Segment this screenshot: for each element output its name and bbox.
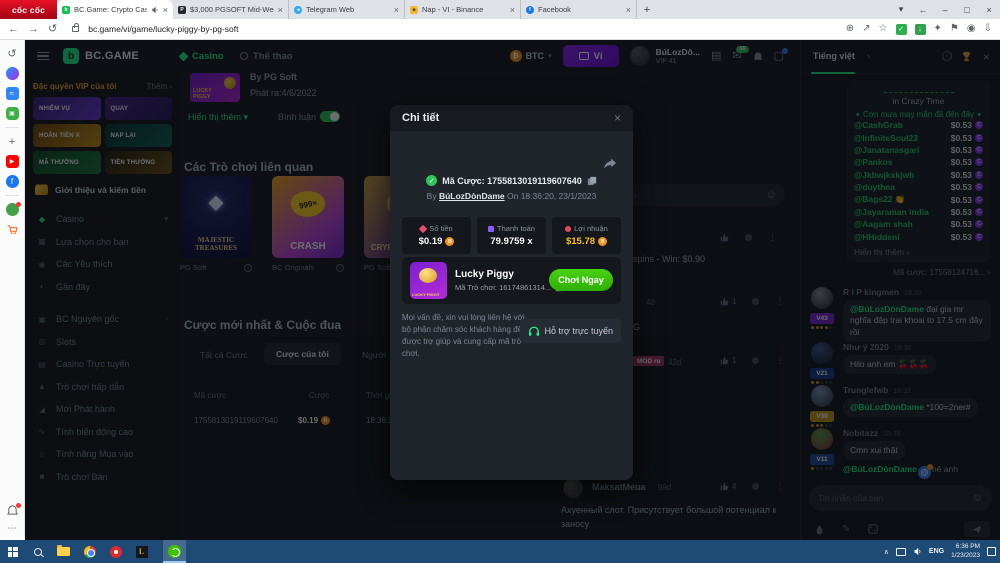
bettor-name[interactable]: BúLozDònDame (439, 191, 505, 201)
modal-title: Chi tiết (402, 112, 439, 124)
bet-stats: Số tiền $0.19B Thanh toán 79.9759 x Lợi … (402, 217, 621, 254)
messenger-icon[interactable] (6, 67, 19, 80)
maximize-button[interactable]: □ (956, 5, 978, 15)
tab-facebook[interactable]: f Facebook × (521, 0, 637, 19)
game-thumbnail[interactable]: LUCKY PIGGY (410, 262, 447, 299)
game-code: Mã Trò chơi: 16174861314... (455, 283, 564, 292)
game-name: Lucky Piggy (455, 269, 564, 280)
recent-tab-icon[interactable]: ← (912, 5, 934, 15)
facebook-shortcut-icon[interactable]: f (6, 175, 19, 188)
close-modal-icon[interactable]: × (614, 111, 621, 125)
volume-icon[interactable] (913, 547, 922, 556)
network-icon[interactable] (896, 548, 906, 556)
add-shortcut-icon[interactable]: + (6, 135, 19, 148)
tab-close-icon[interactable]: × (163, 5, 168, 15)
tab-bcgame[interactable]: b BC.Game: Crypto Casino × (57, 0, 173, 19)
sprout-extension-icon[interactable] (6, 203, 19, 216)
stat-profit: Lợi nhuận $15.78B (552, 217, 621, 254)
start-button[interactable] (4, 543, 21, 560)
file-explorer-icon[interactable] (55, 543, 72, 560)
headphones-icon (528, 326, 540, 337)
tab-binance[interactable]: ◆ Nap - VI - Binance × (405, 0, 521, 19)
divider (5, 195, 19, 196)
facebook-favicon: f (526, 6, 534, 14)
pgsoft-favicon: P (178, 6, 186, 14)
bet-id-row: ✓ Mã Cược: 1755813019119607640 (390, 175, 633, 186)
url-text[interactable]: bc.game/vi/game/lucky-piggy-by-pg-soft (88, 24, 837, 34)
tab-close-icon[interactable]: × (394, 5, 399, 15)
adblock-extension-icon[interactable]: ✓ (896, 24, 907, 35)
minimize-button[interactable]: – (934, 5, 956, 15)
bcgame-favicon: b (62, 6, 70, 14)
more-options-icon[interactable]: ⋯ (8, 523, 17, 534)
chrome-icon[interactable] (81, 543, 98, 560)
forward-button[interactable]: → (28, 24, 39, 35)
league-of-legends-icon[interactable]: L (133, 543, 150, 560)
support-text: Mọi vấn đề, xin vui lòng liên hệ với bộ … (402, 312, 530, 360)
tab-close-icon[interactable]: × (510, 5, 515, 15)
coin-icon: B (598, 237, 607, 246)
tab-close-icon[interactable]: × (626, 5, 631, 15)
bookmark-star-icon[interactable]: ☆ (879, 24, 888, 34)
tab-audio-icon[interactable] (151, 6, 159, 14)
telegram-favicon: ◄ (294, 6, 302, 14)
back-button[interactable]: ← (8, 24, 19, 35)
system-tray: ∧ ENG 6:36 PM 1/23/2023 (884, 540, 996, 563)
history-icon[interactable]: ↺ (6, 47, 19, 60)
coccoc-logo[interactable]: cốc cốc (0, 0, 57, 19)
tab-close-icon[interactable]: × (278, 5, 283, 15)
reload-button[interactable]: ↺ (48, 24, 57, 35)
play-now-button[interactable]: Chơi Ngay (549, 269, 613, 291)
address-bar: ← → ↺ bc.game/vi/game/lucky-piggy-by-pg-… (0, 19, 1000, 40)
save-page-icon[interactable]: ⊕ (846, 24, 854, 34)
lock-icon[interactable] (72, 26, 79, 32)
idm-extension-icon[interactable]: ↓ (915, 24, 926, 35)
payout-icon (488, 226, 494, 232)
browser-side-rail: ↺ ≈ ▣ + ▶ f ⋯ (0, 40, 25, 540)
stat-amount: Số tiền $0.19B (402, 217, 471, 254)
modal-header: Chi tiết × (390, 105, 633, 131)
support-button[interactable]: Hỗ trợ trực tuyến (520, 319, 621, 343)
clock[interactable]: 6:36 PM 1/23/2023 (951, 543, 980, 561)
copy-icon[interactable] (587, 176, 597, 186)
close-window-button[interactable]: × (978, 5, 1000, 15)
windows-taskbar: L ∧ ENG 6:36 PM 1/23/2023 (0, 540, 1000, 563)
bet-details-modal: Chi tiết × ✓ Mã Cược: 175581301911960764… (390, 105, 633, 480)
page-viewport: b BC.GAME Casino Thể thao ₿ BTC ▾ Ví BúL… (25, 40, 1000, 540)
taskbar-search-icon[interactable] (29, 543, 46, 560)
binance-favicon: ◆ (410, 6, 418, 14)
divider (5, 127, 19, 128)
red-app-icon[interactable] (107, 543, 124, 560)
shopping-cart-icon[interactable] (6, 223, 19, 236)
share-icon[interactable]: ↗ (862, 24, 870, 34)
downloads-icon[interactable]: ⇩ (984, 24, 992, 34)
games-controller-icon[interactable]: ▣ (6, 107, 19, 120)
notification-bell-icon[interactable] (6, 504, 19, 517)
profit-icon (565, 226, 571, 232)
amount-icon (419, 224, 427, 232)
coccoc-taskbar-icon[interactable] (166, 543, 183, 560)
browser-tab-strip: cốc cốc b BC.Game: Crypto Casino × P $3,… (0, 0, 1000, 19)
bet-id: Mã Cược: 1755813019119607640 (442, 176, 582, 186)
tab-pgsoft[interactable]: P $3,000 PGSOFT Mid-Week M × (173, 0, 289, 19)
coin-icon: B (445, 237, 454, 246)
new-tab-button[interactable]: + (637, 0, 657, 19)
language-indicator[interactable]: ENG (929, 548, 944, 555)
stat-payout: Thanh toán 79.9759 x (477, 217, 546, 254)
hidden-icons-chevron[interactable]: ∧ (884, 548, 889, 556)
bet-by-row: By BúLozDònDame On 18:36:20, 23/1/2023 (390, 191, 633, 201)
modal-game-card: LUCKY PIGGY Lucky Piggy Mã Trò chơi: 161… (402, 257, 621, 304)
check-circle-icon: ✓ (426, 175, 437, 186)
action-center-icon[interactable] (987, 547, 996, 556)
feed-icon[interactable]: ≈ (6, 87, 19, 100)
extensions-icon[interactable]: ✦ (934, 24, 942, 34)
tab-search-icon[interactable]: ▾ (890, 4, 912, 15)
tab-telegram[interactable]: ◄ Telegram Web × (289, 0, 405, 19)
gold-pig-icon (419, 268, 437, 283)
flag-extension-icon[interactable]: ⚑ (950, 24, 959, 34)
share-icon[interactable] (603, 158, 617, 170)
profile-icon[interactable]: ◉ (967, 24, 976, 34)
youtube-icon[interactable]: ▶ (6, 155, 19, 168)
